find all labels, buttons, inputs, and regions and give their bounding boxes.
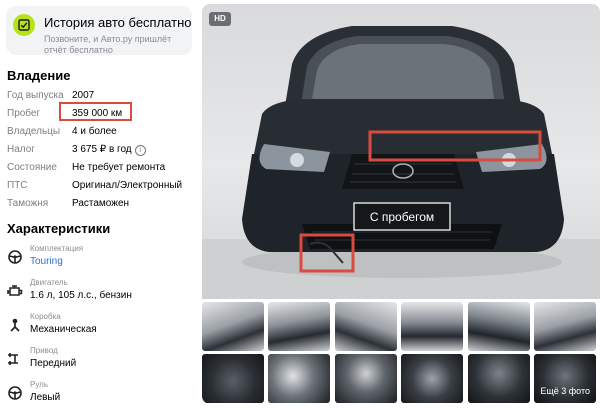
row-value: Не требует ремонта bbox=[72, 162, 166, 173]
spec-drive: Привод Передний bbox=[7, 345, 197, 375]
row-label: Состояние bbox=[7, 162, 57, 173]
spec-gearbox: Коробка Механическая bbox=[7, 311, 197, 341]
spec-engine: Двигатель 1.6 л, 105 л.с., бензин bbox=[7, 277, 197, 307]
thumbnail-7[interactable] bbox=[202, 354, 264, 403]
row-value: 3 675 ₽ в год bbox=[72, 144, 132, 155]
ownership-row-owners: Владельцы 4 и более bbox=[7, 124, 197, 142]
hd-badge: HD bbox=[209, 12, 231, 26]
row-label: Пробег bbox=[7, 108, 41, 119]
info-icon[interactable]: i bbox=[134, 145, 146, 156]
spec-label: Коробка bbox=[30, 312, 61, 321]
spec-value: 1.6 л, 105 л.с., бензин bbox=[30, 290, 132, 301]
thumbnail-11[interactable] bbox=[468, 354, 530, 403]
ownership-row-customs: Таможня Растаможен bbox=[7, 196, 197, 214]
row-value: Оригинал/Электронный bbox=[72, 180, 183, 191]
gearbox-icon bbox=[10, 318, 20, 332]
thumbnail-8[interactable] bbox=[268, 354, 330, 403]
history-report-banner[interactable]: История авто бесплатно Позвоните, и Авто… bbox=[6, 6, 192, 55]
spec-value: Механическая bbox=[30, 324, 97, 335]
thumbnail-10[interactable] bbox=[401, 354, 463, 403]
car-front-image: С пробегом bbox=[202, 26, 600, 299]
row-value: 2007 bbox=[72, 90, 95, 101]
more-photos-label: Ещё 3 фото bbox=[540, 386, 590, 396]
row-label: ПТС bbox=[7, 180, 28, 191]
row-label: Год выпуска bbox=[7, 90, 64, 101]
photo-gallery: С пробегом HD Ещё 3 фото bbox=[202, 4, 600, 404]
thumbnail-3[interactable] bbox=[335, 302, 397, 351]
spec-label: Двигатель bbox=[30, 278, 68, 287]
specs-heading: Характеристики bbox=[7, 221, 111, 236]
spec-label: Привод bbox=[30, 346, 58, 355]
thumbnail-1[interactable] bbox=[202, 302, 264, 351]
check-document-icon bbox=[13, 14, 35, 36]
tax-value-wrap: 3 675 ₽ в год i bbox=[72, 144, 146, 156]
ownership-row-pts: ПТС Оригинал/Электронный bbox=[7, 178, 197, 196]
ownership-row-tax: Налог 3 675 ₽ в год i bbox=[7, 142, 197, 160]
thumbnail-4[interactable] bbox=[401, 302, 463, 351]
plate-text: С пробегом bbox=[370, 210, 434, 224]
thumbnail-2[interactable] bbox=[268, 302, 330, 351]
engine-icon bbox=[7, 285, 23, 296]
promo-subtitle: Позвоните, и Авто.ру пришлёт отчёт беспл… bbox=[44, 34, 172, 55]
thumbnail-9[interactable] bbox=[335, 354, 397, 403]
row-label: Налог bbox=[7, 144, 35, 155]
listing-details-column: История авто бесплатно Позвоните, и Авто… bbox=[0, 0, 200, 409]
steering-wheel-icon bbox=[8, 250, 22, 264]
row-value: 4 и более bbox=[72, 126, 117, 137]
trim-link[interactable]: Touring bbox=[30, 256, 63, 267]
steering-wheel-icon bbox=[8, 386, 22, 400]
main-car-photo[interactable]: С пробегом HD bbox=[202, 4, 600, 299]
spec-trim: Комплектация Touring bbox=[7, 243, 197, 273]
spec-label: Комплектация bbox=[30, 244, 84, 253]
row-label: Таможня bbox=[7, 198, 49, 209]
promo-title: История авто бесплатно bbox=[44, 15, 192, 30]
spec-value: Передний bbox=[30, 358, 77, 369]
spec-steering: Руль Левый bbox=[7, 379, 197, 409]
spec-label: Руль bbox=[30, 380, 48, 389]
drivetrain-icon bbox=[8, 353, 18, 365]
more-photos-thumbnail[interactable]: Ещё 3 фото bbox=[534, 354, 596, 403]
thumbnail-6[interactable] bbox=[534, 302, 596, 351]
spec-value: Левый bbox=[30, 392, 61, 403]
row-value: Растаможен bbox=[72, 198, 130, 209]
ownership-heading: Владение bbox=[7, 68, 71, 83]
mileage-highlight-box bbox=[59, 102, 132, 121]
thumbnail-5[interactable] bbox=[468, 302, 530, 351]
ownership-row-condition: Состояние Не требует ремонта bbox=[7, 160, 197, 178]
row-label: Владельцы bbox=[7, 126, 61, 137]
